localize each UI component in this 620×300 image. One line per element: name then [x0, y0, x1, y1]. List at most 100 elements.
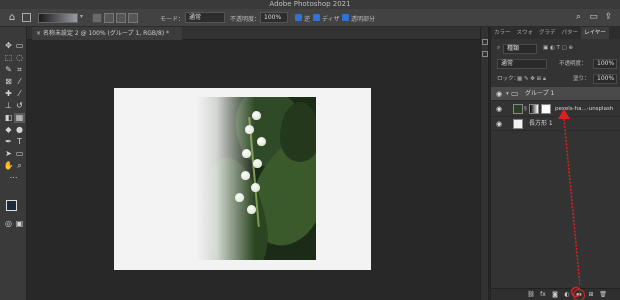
layer-thumbnail: [513, 104, 523, 114]
linear-gradient-button[interactable]: [92, 13, 102, 23]
transparency-checkbox[interactable]: [342, 14, 349, 21]
reflected-gradient-button[interactable]: [116, 13, 126, 23]
new-layer-icon[interactable]: ⊞: [587, 291, 595, 299]
document-canvas[interactable]: [114, 88, 371, 270]
quick-mask-icon[interactable]: ◎: [3, 219, 14, 229]
hand-tool-icon[interactable]: ✋: [3, 161, 14, 171]
tab-patterns[interactable]: パター: [559, 27, 582, 39]
layer-row-rectangle[interactable]: ◉ 長方形 1: [491, 117, 620, 131]
history-panel-icon[interactable]: [482, 39, 488, 45]
quick-select-tool-icon[interactable]: ✎: [3, 65, 14, 75]
frame-tool-icon[interactable]: ⊠: [3, 77, 14, 87]
link-icon: §: [524, 106, 527, 112]
tab-gradients[interactable]: グラデ: [536, 27, 559, 39]
lock-label: ロック：: [497, 76, 520, 82]
angle-gradient-button[interactable]: [104, 13, 114, 23]
layer-row-group[interactable]: ◉ ▾ ▭ グループ 1: [491, 87, 620, 101]
layer-name: 長方形 1: [529, 120, 553, 127]
window-title: Adobe Photoshop 2021: [269, 0, 351, 8]
search-icon: ⌕: [497, 45, 501, 51]
layers-panel-footer: ⛓ fx ◙ ◐ ▬ ⊞ 🗑︎: [491, 288, 620, 300]
layer-filter-row: ⌕ 種類 ▣ ◐ T ▢ ⊕: [493, 43, 619, 55]
tab-swatches[interactable]: スウォ: [514, 27, 537, 39]
history-brush-tool-icon[interactable]: ↺: [14, 101, 25, 111]
lock-row: ロック： ▦ ✎ ✥ ⊞ 🔒︎ 塗り： 100%: [493, 73, 619, 85]
reverse-label: 逆: [304, 16, 311, 23]
tab-close-icon[interactable]: ×: [36, 30, 41, 37]
eye-icon[interactable]: ◉: [496, 105, 502, 113]
zoom-tool-icon[interactable]: ⌕: [14, 161, 25, 171]
opacity-field[interactable]: 100%: [260, 12, 288, 23]
healing-brush-tool-icon[interactable]: ✚: [3, 89, 14, 99]
workspace-icon[interactable]: ▭: [588, 12, 599, 23]
fill-field[interactable]: 100%: [593, 74, 617, 84]
panel-tabs: カラー スウォ グラデ パター レイヤー: [491, 27, 620, 39]
layer-row-photo[interactable]: ◉ § pexels-ha...-unsplash: [491, 101, 620, 117]
gradient-fade-overlay: [195, 97, 255, 260]
crop-tool-icon[interactable]: ⌗: [14, 65, 25, 75]
canvas-area[interactable]: [27, 40, 480, 300]
title-bar: Adobe Photoshop 2021: [0, 0, 620, 9]
chevron-down-icon[interactable]: ▾: [506, 89, 509, 99]
tools-panel: ✥ ▭ ⬚ ◌ ✎ ⌗ ⊠ ⁄ ✚ ⁄ ⊥ ↺ ◧ ▦ ◆ ● ✒ T ➤ ▭ …: [0, 27, 27, 300]
link-layers-icon[interactable]: ⛓: [527, 291, 535, 299]
brush-tool-icon[interactable]: ⁄: [14, 89, 25, 99]
gradient-tool-icon[interactable]: ▦: [14, 113, 25, 123]
share-icon[interactable]: ⇪: [603, 12, 614, 23]
more-tools-icon[interactable]: ⋯: [8, 173, 19, 183]
dither-checkbox[interactable]: [313, 14, 320, 21]
rectangle-tool-icon[interactable]: ▭: [14, 149, 25, 159]
options-bar: ⌂ ▾ モード： 通常 不透明度： 100% 逆 ディザ 透明部分 ⌕ ▭ ⇪: [0, 9, 620, 27]
reverse-checkbox[interactable]: [295, 14, 302, 21]
clone-stamp-tool-icon[interactable]: ⊥: [3, 101, 14, 111]
type-tool-icon[interactable]: T: [14, 137, 25, 147]
gradient-tool-preset-icon[interactable]: [22, 13, 31, 22]
blend-row: 通常 不透明度： 100%: [493, 58, 619, 70]
chevron-down-icon[interactable]: ▾: [80, 13, 83, 20]
kind-filter-select[interactable]: 種類: [503, 44, 537, 54]
search-icon[interactable]: ⌕: [573, 12, 584, 23]
diamond-gradient-button[interactable]: [128, 13, 138, 23]
filter-icons[interactable]: ▣ ◐ T ▢ ⊕: [543, 43, 573, 53]
gradient-picker[interactable]: [38, 13, 78, 23]
layer-mask-thumbnail-2[interactable]: [541, 104, 551, 114]
pen-tool-icon[interactable]: ✒: [3, 137, 14, 147]
properties-panel-icon[interactable]: [482, 51, 488, 57]
layer-mask-thumbnail[interactable]: [529, 104, 539, 114]
artboard-tool-icon[interactable]: ▭: [14, 41, 25, 51]
lily-of-the-valley-photo: [195, 97, 316, 260]
layer-thumbnail: [513, 119, 523, 129]
dodge-tool-icon[interactable]: ●: [14, 125, 25, 135]
screen-mode-icon[interactable]: ▣: [14, 219, 25, 229]
tab-color[interactable]: カラー: [491, 27, 514, 39]
eye-icon[interactable]: ◉: [496, 90, 502, 98]
tab-layers[interactable]: レイヤー: [581, 27, 609, 39]
document-tab[interactable]: × 名称未設定 2 @ 100% (グループ 1, RGB/8) *: [32, 27, 182, 40]
path-selection-tool-icon[interactable]: ➤: [3, 149, 14, 159]
marquee-tool-icon[interactable]: ⬚: [3, 53, 14, 63]
blend-mode-select[interactable]: 通常: [497, 59, 547, 69]
layer-opacity-field[interactable]: 100%: [593, 59, 617, 69]
blur-tool-icon[interactable]: ◆: [3, 125, 14, 135]
foreground-color-swatch[interactable]: [6, 200, 17, 211]
home-icon[interactable]: ⌂: [6, 12, 18, 23]
document-tab-label: 名称未設定 2 @ 100% (グループ 1, RGB/8) *: [42, 30, 170, 37]
fx-icon[interactable]: fx: [539, 291, 547, 299]
layer-opacity-label: 不透明度：: [559, 61, 587, 67]
delete-layer-icon[interactable]: 🗑︎: [599, 291, 607, 299]
eye-icon[interactable]: ◉: [496, 120, 502, 128]
panel-dock-strip: [480, 27, 489, 300]
folder-icon: ▭: [511, 89, 519, 98]
eyedropper-tool-icon[interactable]: ⁄: [14, 77, 25, 87]
annotation-arrow: [558, 109, 580, 298]
layers-panel: カラー スウォ グラデ パター レイヤー ⌕ 種類 ▣ ◐ T ▢ ⊕ 通常 不…: [490, 27, 620, 300]
mode-select[interactable]: 通常: [185, 12, 225, 23]
eraser-tool-icon[interactable]: ◧: [3, 113, 14, 123]
document-tab-bar: × 名称未設定 2 @ 100% (グループ 1, RGB/8) *: [27, 27, 480, 40]
move-tool-icon[interactable]: ✥: [3, 41, 14, 51]
transparency-label: 透明部分: [351, 16, 376, 23]
layer-name: グループ 1: [525, 90, 555, 97]
lock-icons[interactable]: ▦ ✎ ✥ ⊞ 🔒︎: [517, 74, 546, 84]
lasso-tool-icon[interactable]: ◌: [14, 53, 25, 63]
color-swatches[interactable]: [6, 200, 22, 216]
